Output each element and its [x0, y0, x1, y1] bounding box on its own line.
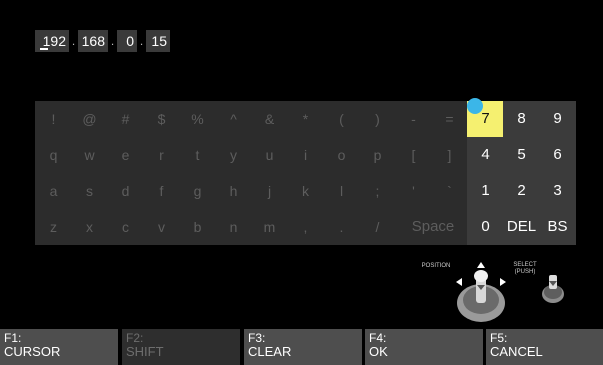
key-p[interactable]: p	[359, 137, 396, 173]
key-bs[interactable]: BS	[539, 209, 576, 245]
key-j[interactable]: j	[251, 173, 288, 209]
key-s[interactable]: s	[71, 173, 108, 209]
ip-octet-3[interactable]: 0	[117, 30, 137, 52]
key-semicolon[interactable]: ;	[359, 173, 396, 209]
key-dollar[interactable]: $	[143, 101, 180, 137]
key-b[interactable]: b	[179, 209, 216, 245]
key-q[interactable]: q	[35, 137, 72, 173]
ip-octet-1[interactable]: 192	[35, 30, 69, 52]
key-9[interactable]: 9	[539, 101, 576, 137]
key-r[interactable]: r	[143, 137, 180, 173]
key-close-bracket[interactable]: ]	[431, 137, 468, 173]
key-hash[interactable]: #	[107, 101, 144, 137]
ip-octet-2[interactable]: 168	[78, 30, 108, 52]
f3-key-action: CLEAR	[248, 344, 292, 359]
key-del[interactable]: DEL	[503, 209, 540, 245]
key-z[interactable]: z	[35, 209, 72, 245]
selection-marker-icon	[467, 98, 483, 114]
key-i[interactable]: i	[287, 137, 324, 173]
key-apostrophe[interactable]: '	[395, 173, 432, 209]
f4-ok-button[interactable]: F4: OK	[365, 329, 483, 365]
ip-separator: .	[110, 34, 115, 48]
key-open-paren[interactable]: (	[323, 101, 360, 137]
f2-key-name: F2:	[126, 331, 144, 345]
f4-key-name: F4:	[369, 331, 387, 345]
key-4[interactable]: 4	[467, 137, 504, 173]
position-joystick-icon[interactable]	[446, 260, 516, 326]
key-percent[interactable]: %	[179, 101, 216, 137]
key-v[interactable]: v	[143, 209, 180, 245]
ip-separator: .	[139, 34, 144, 48]
f5-key-action: CANCEL	[490, 344, 543, 359]
f5-key-name: F5:	[490, 331, 508, 345]
key-8[interactable]: 8	[503, 101, 540, 137]
key-asterisk[interactable]: *	[287, 101, 324, 137]
key-d[interactable]: d	[107, 173, 144, 209]
key-slash[interactable]: /	[359, 209, 396, 245]
key-g[interactable]: g	[179, 173, 216, 209]
key-m[interactable]: m	[251, 209, 288, 245]
key-exclamation[interactable]: !	[35, 101, 72, 137]
key-u[interactable]: u	[251, 137, 288, 173]
key-e[interactable]: e	[107, 137, 144, 173]
key-l[interactable]: l	[323, 173, 360, 209]
key-comma[interactable]: ,	[287, 209, 324, 245]
key-period[interactable]: .	[323, 209, 360, 245]
key-open-bracket[interactable]: [	[395, 137, 432, 173]
f3-clear-button[interactable]: F3: CLEAR	[244, 329, 362, 365]
key-ampersand[interactable]: &	[251, 101, 288, 137]
key-a[interactable]: a	[35, 173, 72, 209]
f3-key-name: F3:	[248, 331, 266, 345]
select-label-line2: (PUSH)	[514, 269, 536, 275]
key-h[interactable]: h	[215, 173, 252, 209]
function-key-bar: F1: CURSOR F2: SHIFT F3: CLEAR F4: OK F5…	[0, 329, 603, 365]
key-t[interactable]: t	[179, 137, 216, 173]
key-w[interactable]: w	[71, 137, 108, 173]
ip-address-field[interactable]: 192 . 168 . 0 . 15	[35, 30, 170, 52]
key-f[interactable]: f	[143, 173, 180, 209]
f2-key-action: SHIFT	[126, 344, 164, 359]
select-label-line1: SELECT	[513, 262, 537, 268]
key-close-paren[interactable]: )	[359, 101, 396, 137]
ip-address-entry-screen: 192 . 168 . 0 . 15 ! @ # $ % ^ & * ( ) -…	[0, 0, 603, 365]
key-1[interactable]: 1	[467, 173, 504, 209]
key-at[interactable]: @	[71, 101, 108, 137]
ip-separator: .	[71, 34, 76, 48]
key-space[interactable]: Space	[395, 209, 471, 245]
key-c[interactable]: c	[107, 209, 144, 245]
f1-key-name: F1:	[4, 331, 22, 345]
key-minus[interactable]: -	[395, 101, 432, 137]
key-x[interactable]: x	[71, 209, 108, 245]
ip-octet-1-value: 192	[42, 33, 66, 49]
key-y[interactable]: y	[215, 137, 252, 173]
key-backtick[interactable]: `	[431, 173, 468, 209]
key-3[interactable]: 3	[539, 173, 576, 209]
key-0[interactable]: 0	[467, 209, 504, 245]
key-n[interactable]: n	[215, 209, 252, 245]
f4-key-action: OK	[369, 344, 388, 359]
key-o[interactable]: o	[323, 137, 360, 173]
text-cursor	[40, 48, 48, 50]
f1-key-action: CURSOR	[4, 344, 61, 359]
f2-shift-button: F2: SHIFT	[122, 329, 240, 365]
key-caret[interactable]: ^	[215, 101, 252, 137]
key-6[interactable]: 6	[539, 137, 576, 173]
f1-cursor-button[interactable]: F1: CURSOR	[0, 329, 118, 365]
select-knob-icon[interactable]	[538, 272, 568, 306]
ip-octet-4[interactable]: 15	[146, 30, 170, 52]
f5-cancel-button[interactable]: F5: CANCEL	[486, 329, 603, 365]
key-equals[interactable]: =	[431, 101, 468, 137]
key-2[interactable]: 2	[503, 173, 540, 209]
key-k[interactable]: k	[287, 173, 324, 209]
key-5[interactable]: 5	[503, 137, 540, 173]
